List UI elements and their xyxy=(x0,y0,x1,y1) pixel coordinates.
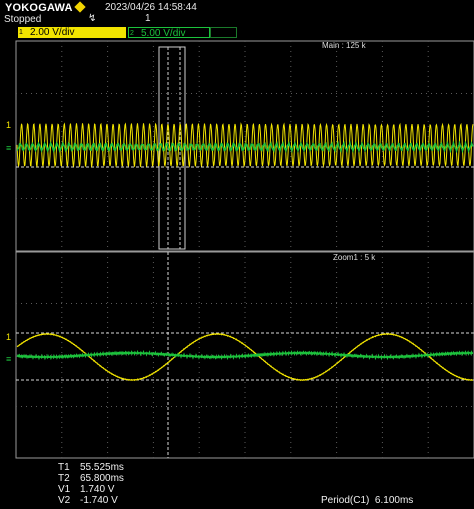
cursor-readout-t1: T1 55.525ms xyxy=(58,462,124,473)
cursor-t1-value: 55.525ms xyxy=(80,462,124,473)
ch2-level-marker-zoom-icon: ≡ xyxy=(6,354,11,364)
period-measurement: Period(C1) 6.100ms xyxy=(321,495,413,506)
ch1-level-marker-zoom-icon: 1 xyxy=(6,332,11,342)
period-label: Period(C1) xyxy=(321,495,370,506)
zoom-window-label: Zoom1 : 5 k xyxy=(333,253,376,262)
cursor-readout-t2: T2 65.800ms xyxy=(58,473,124,484)
ch1-level-marker-main-icon: 1 xyxy=(6,120,11,130)
cursor-readout-v1: V1 1.740 V xyxy=(58,484,115,495)
cursor-readout-v2: V2 -1.740 V xyxy=(58,495,118,506)
scope-display: 1 ≡ 1 ≡ xyxy=(6,40,474,459)
cursor-v1-value: 1.740 V xyxy=(80,484,115,495)
cursor-t2-value: 65.800ms xyxy=(80,473,124,484)
ch2-level-marker-main-icon: ≡ xyxy=(6,143,11,153)
cursor-v2-value: -1.740 V xyxy=(80,495,118,506)
zoom-window: 1 ≡ xyxy=(6,251,474,459)
main-window: 1 ≡ xyxy=(6,40,474,252)
period-value: 6.100ms xyxy=(374,495,414,506)
main-window-label: Main : 125 k xyxy=(322,41,366,50)
